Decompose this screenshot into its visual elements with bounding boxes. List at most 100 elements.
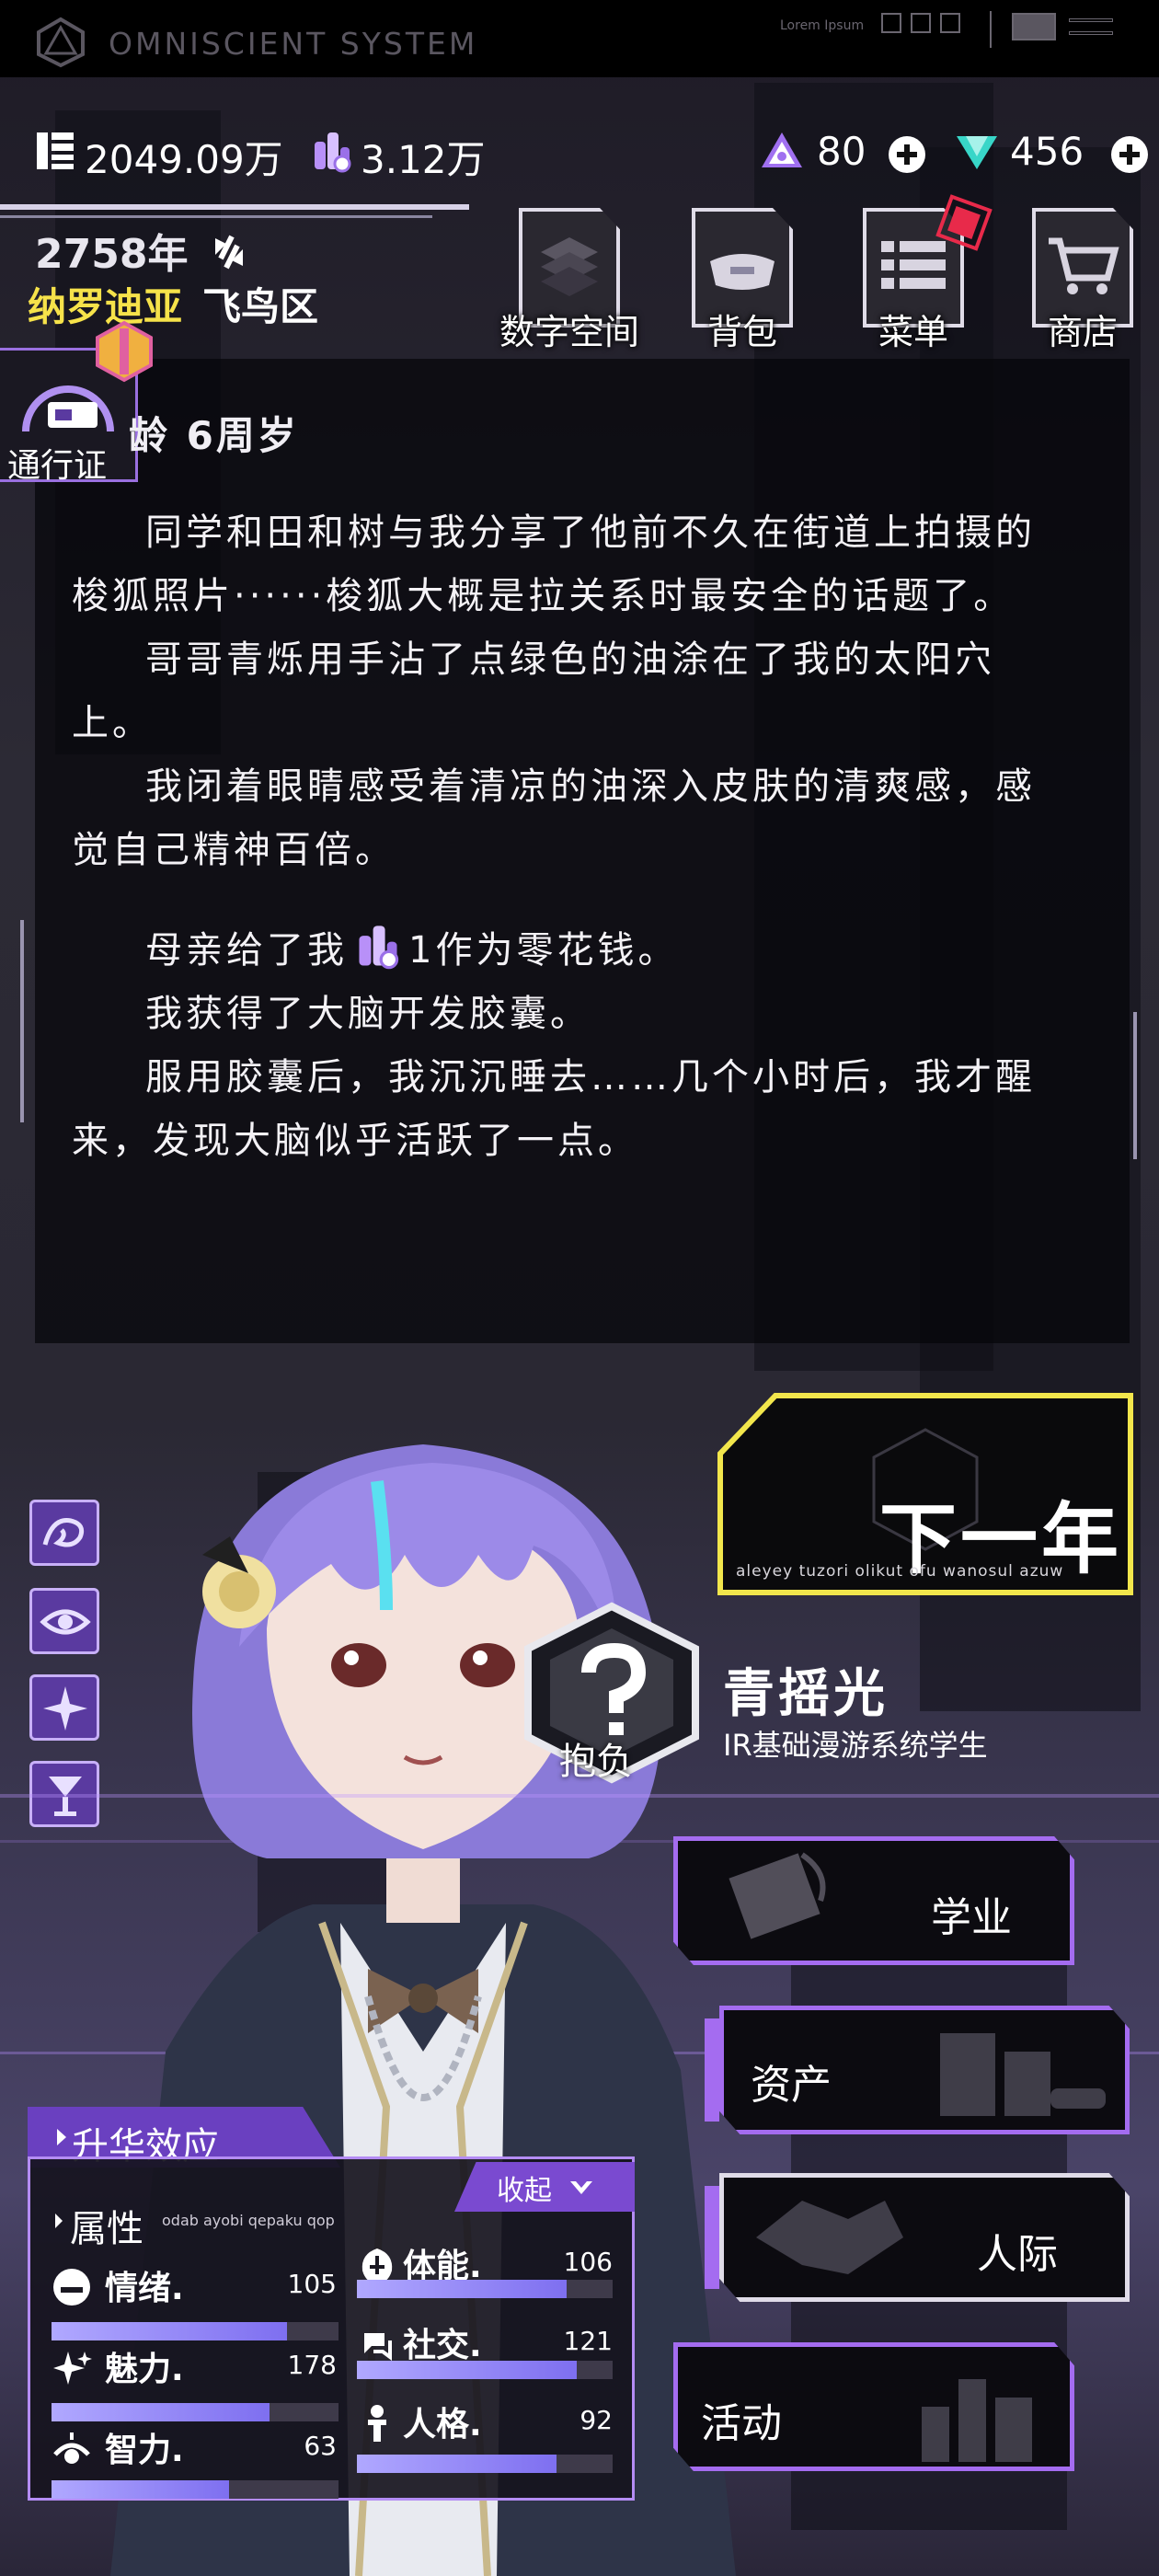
character-name: 青摇光	[723, 1664, 889, 1724]
dragon-effect-icon[interactable]	[29, 1500, 99, 1566]
shop-button[interactable]: 商店	[1025, 208, 1141, 352]
stat-fill	[357, 2280, 567, 2298]
stat-bar	[52, 2480, 339, 2499]
name-divider	[0, 1794, 1159, 1798]
chevron-right-icon	[57, 2129, 66, 2145]
character-title: IR基础漫游系统学生	[723, 1728, 988, 1763]
deco-square-icon	[940, 13, 960, 33]
deco-lines-icon	[1069, 31, 1113, 35]
stat-label: 魅力.	[105, 2351, 184, 2388]
stat-label: 智力.	[105, 2432, 184, 2469]
sparkle-icon	[43, 1686, 87, 1731]
deco-panel-icon	[1012, 13, 1056, 40]
assets-label: 资产	[751, 2062, 832, 2109]
assets-button[interactable]: 资产	[705, 2006, 1130, 2134]
deco-square-icon	[881, 13, 901, 33]
stat-fill	[52, 2480, 230, 2499]
current-year: 2758年	[35, 221, 250, 280]
handshake-icon	[756, 2201, 903, 2274]
story-paragraph: 服用胶囊后，我沉沉睡去……几个小时后，我才醒来，发现大脑似乎活跃了一点。	[72, 1056, 1036, 1162]
currency-value: 3.12万	[361, 137, 486, 182]
gem-icon	[762, 132, 802, 167]
stat-label: 情绪.	[105, 2270, 184, 2307]
stat-fill	[357, 2361, 578, 2379]
stat-label: 人格.	[403, 2406, 482, 2444]
current-location: 纳罗迪亚 飞鸟区	[28, 276, 318, 332]
stat-fill	[357, 2455, 557, 2473]
chevron-down-icon	[569, 2181, 592, 2194]
system-title: OMNISCIENT SYSTEM	[109, 26, 478, 62]
deco-panel-icon	[990, 11, 992, 48]
study-button[interactable]: 学业	[673, 1836, 1074, 1965]
next-year-button[interactable]: 下一年 aleyey tuzori olikut ofu wanosul azu…	[717, 1393, 1133, 1595]
age-header: 龄 6周岁	[129, 413, 299, 458]
ambition-label: 抱负	[559, 1741, 633, 1783]
stat-value: 92	[580, 2405, 613, 2435]
eye-icon	[40, 1609, 91, 1635]
story-paragraph: 同学和田和树与我分享了他前不久在街道上拍摄的梭狐照片······梭狐大概是拉关系…	[72, 512, 1036, 617]
intellect-icon	[53, 2432, 90, 2464]
crystal-value: 456	[1010, 129, 1084, 174]
district-name: 飞鸟区	[202, 284, 319, 329]
eye-effect-icon[interactable]	[29, 1588, 99, 1654]
year-label: 2758年	[35, 231, 189, 278]
menu-label: 数字空间	[499, 312, 639, 352]
pass-button[interactable]: 通行证	[0, 320, 153, 485]
crystal-icon	[957, 136, 997, 169]
collapse-label: 收起	[497, 2168, 594, 2208]
building-icon	[940, 2033, 1106, 2116]
mood-icon	[53, 2269, 90, 2306]
header-divider	[0, 215, 432, 218]
story-paragraph: 我获得了大脑开发胶囊。	[145, 993, 591, 1035]
stat-bar	[52, 2322, 339, 2340]
personality-icon	[368, 2405, 386, 2442]
dragon-icon	[42, 1518, 85, 1547]
social-icon	[364, 2333, 392, 2361]
stat-bar	[357, 2280, 613, 2298]
menu-label: 商店	[1047, 312, 1118, 352]
refresh-icon[interactable]	[208, 231, 250, 273]
chevron-right-icon	[55, 2214, 63, 2228]
money-value: 2049.09万	[85, 137, 283, 182]
stat-label: 社交.	[403, 2327, 482, 2364]
panel-rail	[1133, 1012, 1137, 1159]
add-crystals-button[interactable]	[1111, 136, 1148, 173]
story-text-fragment: 1作为零花钱。	[408, 929, 679, 972]
stat-bar	[357, 2361, 613, 2379]
action-stripe	[705, 2186, 719, 2289]
story-paragraph: 母亲给了我 1作为零花钱。	[72, 919, 1065, 983]
stat-bar	[357, 2455, 613, 2473]
top-deco-text: Lorem Ipsum	[780, 18, 865, 33]
deco-square-icon	[911, 13, 931, 33]
menu-button[interactable]: 菜单	[855, 194, 993, 352]
digital-space-icon	[541, 237, 598, 296]
cart-icon	[1049, 237, 1119, 294]
currency-icon	[315, 132, 351, 173]
digital-space-button[interactable]: 数字空间	[499, 208, 639, 352]
money-icon	[37, 132, 74, 169]
social-button[interactable]: 人际	[705, 2173, 1130, 2302]
menu-label: 菜单	[878, 312, 948, 352]
header-divider	[0, 204, 469, 210]
study-label: 学业	[931, 1894, 1012, 1941]
study-icon	[729, 1852, 826, 1939]
attributes-subtitle: odab ayobi qepaku qop	[162, 2212, 335, 2229]
bag-button[interactable]: 背包	[684, 208, 800, 352]
activity-button[interactable]: 活动	[673, 2342, 1074, 2471]
menu-label: 背包	[706, 312, 777, 352]
story-text-fragment: 母亲给了我	[145, 929, 348, 972]
sparkle-effect-icon[interactable]	[29, 1674, 99, 1741]
top-status-bar: OMNISCIENT SYSTEM Lorem Ipsum	[0, 0, 1159, 77]
panel-rail	[20, 920, 24, 1122]
stat-value: 105	[287, 2269, 337, 2299]
pass-label: 通行证	[7, 447, 108, 485]
stat-value: 178	[287, 2350, 337, 2380]
currency-icon	[359, 926, 399, 970]
attributes-title: 属性	[70, 2208, 143, 2250]
stat-value: 121	[563, 2326, 613, 2356]
collapse-text: 收起	[497, 2175, 552, 2207]
action-stripe	[705, 2018, 719, 2122]
stat-value: 106	[563, 2247, 613, 2277]
add-gems-button[interactable]	[889, 136, 925, 173]
social-label: 人际	[977, 2231, 1058, 2278]
